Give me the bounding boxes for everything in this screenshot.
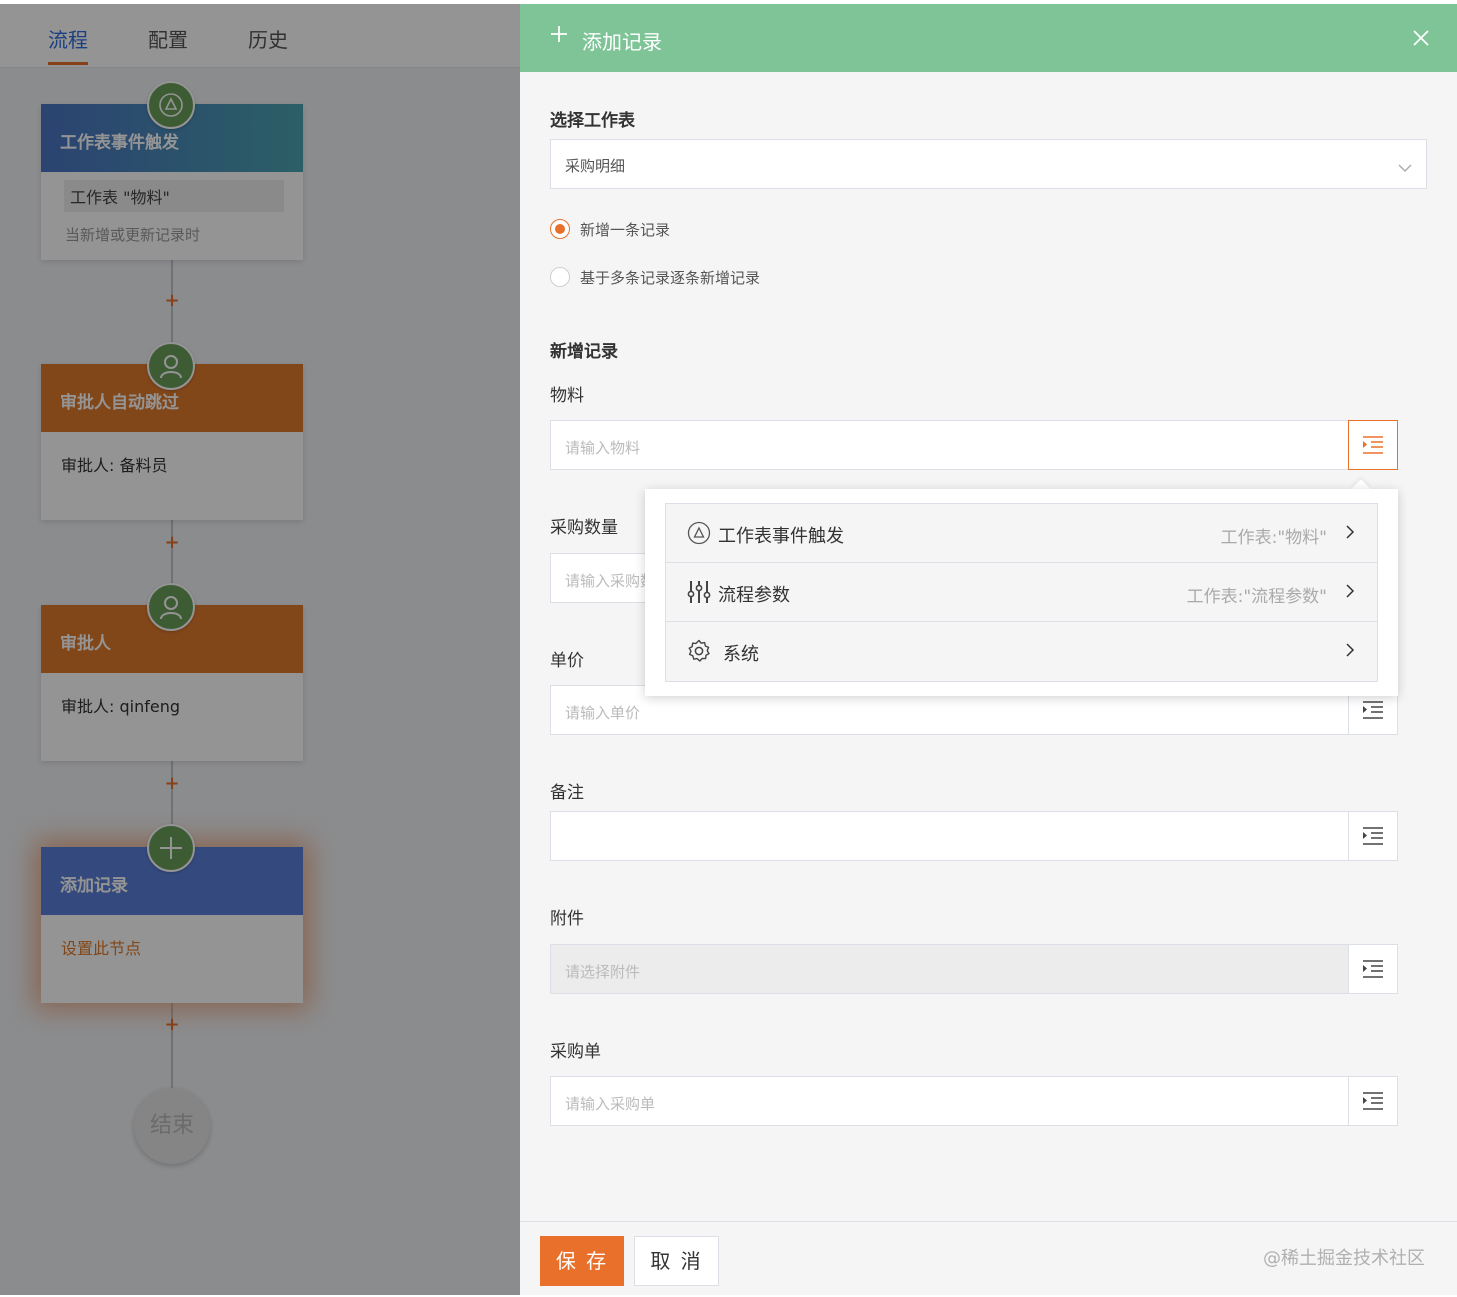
indent-list-icon: [1363, 436, 1383, 454]
purchase-order-placeholder: 请输入采购单: [565, 1095, 656, 1113]
workflow-canvas: 流程 配置 历史 + + + + 工作表事件触发 工作表 "物料" 当新增或更新…: [0, 4, 520, 1295]
radio-single-record[interactable]: [550, 219, 570, 239]
field-label-material: 物料: [550, 386, 584, 406]
attachment-input[interactable]: 请选择附件: [550, 944, 1398, 994]
unit-price-placeholder: 请输入单价: [565, 704, 641, 722]
menu-item-label: 工作表事件触发: [718, 526, 844, 547]
sheet-select-value: 采购明细: [565, 157, 626, 175]
purchase-order-input[interactable]: 请输入采购单: [550, 1076, 1398, 1126]
menu-item-hint: 工作表:"物料": [1220, 528, 1327, 548]
indent-list-icon: [1363, 960, 1383, 978]
section-title: 新增记录: [550, 342, 618, 362]
chevron-right-icon: [1345, 524, 1355, 544]
variable-source-menu: 工作表事件触发 工作表:"物料" 流程参数 工作表:"流程参数" 系统: [665, 503, 1378, 682]
menu-item-sheet-trigger[interactable]: 工作表事件触发 工作表:"物料": [666, 504, 1377, 563]
radio-batch-records[interactable]: [550, 267, 570, 287]
gear-icon: [686, 638, 712, 664]
drawer-footer: 保 存 取 消 @稀土掘金技术社区: [520, 1221, 1457, 1295]
plus-icon: [550, 22, 568, 48]
sliders-icon: [686, 579, 712, 605]
indent-list-icon: [1363, 701, 1383, 719]
material-input[interactable]: 请输入物料: [550, 420, 1398, 470]
indent-list-icon: [1363, 1092, 1383, 1110]
remark-input[interactable]: [550, 811, 1398, 861]
variable-picker-popover: 工作表事件触发 工作表:"物料" 流程参数 工作表:"流程参数" 系统: [645, 489, 1398, 696]
menu-item-hint: 工作表:"流程参数": [1186, 587, 1327, 607]
field-label-remark: 备注: [550, 783, 584, 803]
radio-batch-records-label[interactable]: 基于多条记录逐条新增记录: [580, 267, 760, 288]
drawer-header: 添加记录: [520, 4, 1457, 72]
sheet-select[interactable]: 采购明细: [550, 139, 1427, 189]
insert-variable-button[interactable]: [1348, 944, 1398, 994]
insert-variable-button[interactable]: [1348, 811, 1398, 861]
menu-item-flow-params[interactable]: 流程参数 工作表:"流程参数": [666, 563, 1377, 622]
drawer-title: 添加记录: [582, 30, 662, 54]
chevron-right-icon: [1345, 583, 1355, 603]
menu-item-label: 流程参数: [718, 585, 790, 606]
chevron-right-icon: [1345, 642, 1355, 662]
select-sheet-label: 选择工作表: [550, 111, 635, 131]
watermark: @稀土掘金技术社区: [1263, 1248, 1425, 1269]
insert-variable-button[interactable]: [1348, 420, 1398, 470]
close-icon[interactable]: [1411, 28, 1431, 48]
cancel-button[interactable]: 取 消: [634, 1236, 719, 1286]
material-placeholder: 请输入物料: [565, 439, 641, 457]
add-record-drawer: 添加记录 选择工作表 采购明细 新增一条记录 基于多条记录逐条新增记录 新增记录…: [520, 4, 1457, 1295]
field-label-attachment: 附件: [550, 909, 584, 929]
chevron-down-icon: [1398, 158, 1412, 177]
radio-single-record-label[interactable]: 新增一条记录: [580, 219, 670, 240]
field-label-unit-price: 单价: [550, 651, 584, 671]
menu-item-system[interactable]: 系统: [666, 622, 1377, 681]
modal-backdrop[interactable]: [0, 4, 520, 1295]
field-label-quantity: 采购数量: [550, 518, 618, 538]
save-button[interactable]: 保 存: [540, 1236, 624, 1286]
menu-item-label: 系统: [723, 644, 759, 665]
insert-variable-button[interactable]: [1348, 1076, 1398, 1126]
field-label-purchase-order: 采购单: [550, 1042, 601, 1062]
triangle-circle-icon: [686, 520, 712, 546]
attachment-placeholder: 请选择附件: [565, 963, 641, 981]
indent-list-icon: [1363, 827, 1383, 845]
